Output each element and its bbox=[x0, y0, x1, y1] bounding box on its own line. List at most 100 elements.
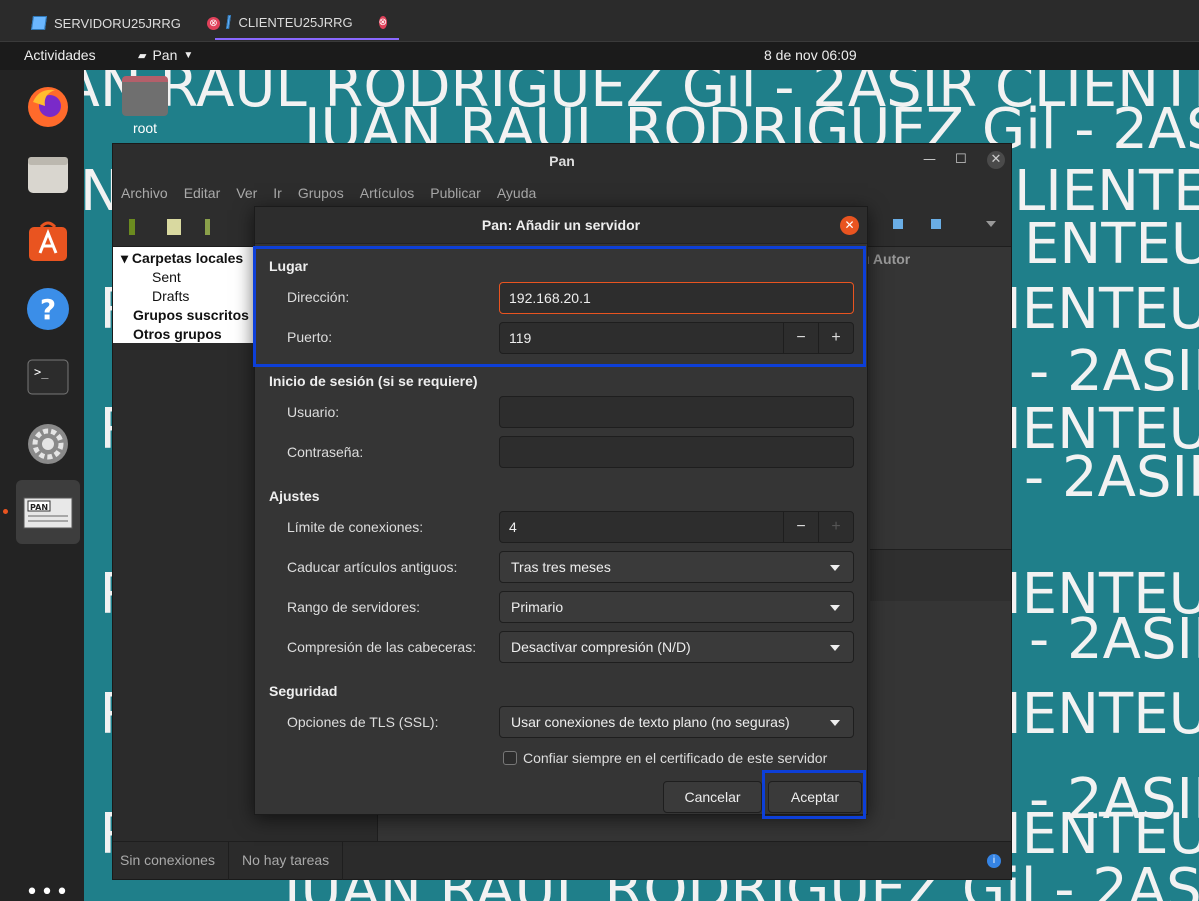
expire-select[interactable]: Tras tres meses bbox=[499, 551, 854, 583]
activities-button[interactable]: Actividades bbox=[24, 47, 96, 63]
menu-editar[interactable]: Editar bbox=[184, 185, 221, 201]
trust-cert-checkbox[interactable]: Confiar siempre en el certificado de est… bbox=[503, 750, 827, 766]
files-icon bbox=[28, 157, 68, 193]
app-menu-label: Pan bbox=[152, 47, 178, 63]
caret-down-icon: ▼ bbox=[183, 49, 194, 61]
terminal-launcher[interactable]: >_ bbox=[16, 345, 80, 409]
status-bar: Sin conexiones No hay tareas i bbox=[113, 841, 1011, 880]
vm-tab-cliente[interactable]: CLIENTEU25JRRG ⊗ bbox=[215, 6, 399, 40]
menu-ir[interactable]: Ir bbox=[273, 185, 282, 201]
vm-tab-label: CLIENTEU25JRRG bbox=[238, 14, 353, 30]
port-value[interactable]: 119 bbox=[509, 330, 531, 346]
section-settings: Ajustes bbox=[269, 488, 320, 504]
settings-icon bbox=[28, 424, 68, 464]
checkbox-box[interactable] bbox=[503, 751, 517, 765]
clock[interactable]: 8 de nov 06:09 bbox=[764, 47, 857, 63]
apps-grid-icon: ••• bbox=[25, 879, 71, 901]
pan-icon: PAN bbox=[23, 497, 73, 529]
tls-label: Opciones de TLS (SSL): bbox=[287, 714, 439, 730]
expander-icon[interactable]: ▾ bbox=[121, 250, 128, 266]
dropdown-arrow-icon bbox=[830, 720, 840, 726]
rank-select[interactable]: Primario bbox=[499, 591, 854, 623]
port-spinner[interactable]: 119 − + bbox=[499, 322, 854, 354]
close-icon[interactable]: ✕ bbox=[987, 151, 1005, 169]
conn-limit-label: Límite de conexiones: bbox=[287, 519, 424, 535]
address-input[interactable]: 192.168.20.1 bbox=[499, 282, 854, 314]
vm-tab-bar: SERVIDORU25JRRG ⊗ CLIENTEU25JRRG ⊗ bbox=[0, 0, 1199, 42]
software-launcher[interactable] bbox=[16, 210, 80, 274]
apps-grid-button[interactable]: ••• bbox=[16, 860, 80, 901]
tls-select[interactable]: Usar conexiones de texto plano (no segur… bbox=[499, 706, 854, 738]
conn-limit-spinner[interactable]: 4 − + bbox=[499, 511, 854, 543]
tree-label: Carpetas locales bbox=[131, 250, 244, 266]
expire-label: Caducar artículos antiguos: bbox=[287, 559, 458, 575]
increment-button: + bbox=[818, 512, 853, 542]
watermark-line: - 2ASIR bbox=[1029, 767, 1199, 832]
filter-icon[interactable] bbox=[893, 219, 903, 229]
increment-button[interactable]: + bbox=[818, 323, 853, 353]
vm-tab-label: SERVIDORU25JRRG bbox=[54, 15, 181, 31]
close-icon[interactable]: ⊗ bbox=[378, 15, 387, 29]
watermark-line: - 2ASIR bbox=[1029, 607, 1199, 672]
compression-select[interactable]: Desactivar compresión (N/D) bbox=[499, 631, 854, 663]
add-server-dialog: Pan: Añadir un servidor ✕ Lugar Direcció… bbox=[254, 206, 868, 815]
svg-text:?: ? bbox=[40, 293, 56, 326]
menu-archivo[interactable]: Archivo bbox=[121, 185, 168, 201]
terminal-icon: >_ bbox=[27, 359, 69, 395]
menu-bar: Archivo Editar Ver Ir Grupos Artículos P… bbox=[113, 179, 1011, 207]
files-launcher[interactable] bbox=[16, 142, 80, 206]
pan-launcher[interactable]: PAN bbox=[16, 480, 80, 544]
address-label: Dirección: bbox=[287, 289, 350, 305]
body-pane bbox=[870, 549, 1011, 601]
compression-label: Compresión de las cabeceras: bbox=[287, 639, 477, 655]
maximize-icon[interactable]: ☐ bbox=[955, 152, 967, 167]
headers-icon[interactable] bbox=[167, 219, 181, 235]
accept-button[interactable]: Aceptar bbox=[768, 781, 862, 813]
svg-text:>_: >_ bbox=[34, 365, 49, 379]
window-title: Pan bbox=[113, 144, 1011, 179]
download-icon[interactable] bbox=[129, 219, 135, 235]
firefox-launcher[interactable] bbox=[16, 75, 80, 139]
pan-small-icon: ▰ bbox=[138, 49, 147, 62]
app-menu[interactable]: ▰ Pan ▼ bbox=[138, 47, 193, 63]
dropdown-arrow-icon bbox=[830, 565, 840, 571]
menu-publicar[interactable]: Publicar bbox=[430, 185, 481, 201]
section-security: Seguridad bbox=[269, 683, 338, 699]
menu-articulos[interactable]: Artículos bbox=[360, 185, 414, 201]
decrement-button[interactable]: − bbox=[783, 323, 818, 353]
user-input[interactable] bbox=[499, 396, 854, 428]
password-label: Contraseña: bbox=[287, 444, 364, 460]
running-indicator bbox=[3, 509, 8, 514]
decrement-button[interactable]: − bbox=[783, 512, 818, 542]
rank-label: Rango de servidores: bbox=[287, 599, 421, 615]
user-label: Usuario: bbox=[287, 404, 340, 420]
filter-icon[interactable] bbox=[931, 219, 941, 229]
dropdown-arrow-icon bbox=[830, 605, 840, 611]
minimize-icon[interactable]: — bbox=[923, 152, 936, 167]
menu-ver[interactable]: Ver bbox=[236, 185, 257, 201]
toolbar-overflow-icon[interactable] bbox=[986, 221, 996, 227]
conn-limit-value[interactable]: 4 bbox=[509, 519, 517, 535]
dropdown-arrow-icon bbox=[830, 645, 840, 651]
column-header-author[interactable]: u Autor bbox=[861, 251, 910, 267]
cursor-icon[interactable] bbox=[205, 219, 210, 235]
status-tasks[interactable]: No hay tareas bbox=[228, 842, 344, 880]
dock: ? >_ PAN ••• bbox=[0, 70, 84, 901]
tls-value: Usar conexiones de texto plano (no segur… bbox=[511, 714, 790, 730]
menu-ayuda[interactable]: Ayuda bbox=[497, 185, 536, 201]
svg-text:PAN: PAN bbox=[30, 503, 48, 512]
menu-grupos[interactable]: Grupos bbox=[298, 185, 344, 201]
software-icon bbox=[29, 221, 67, 261]
status-connections: Sin conexiones bbox=[120, 852, 215, 868]
desktop-icon-label: root bbox=[132, 120, 158, 136]
help-launcher[interactable]: ? bbox=[16, 277, 80, 341]
password-input[interactable] bbox=[499, 436, 854, 468]
trust-cert-label: Confiar siempre en el certificado de est… bbox=[523, 750, 828, 766]
vm-tab-servidor[interactable]: SERVIDORU25JRRG ⊗ bbox=[20, 6, 232, 40]
cancel-button[interactable]: Cancelar bbox=[663, 781, 762, 813]
close-icon[interactable]: ✕ bbox=[840, 216, 859, 235]
expire-value: Tras tres meses bbox=[511, 559, 611, 575]
settings-launcher[interactable] bbox=[16, 412, 80, 476]
desktop-root-folder[interactable]: root bbox=[120, 76, 170, 136]
info-icon[interactable]: i bbox=[987, 854, 1001, 868]
